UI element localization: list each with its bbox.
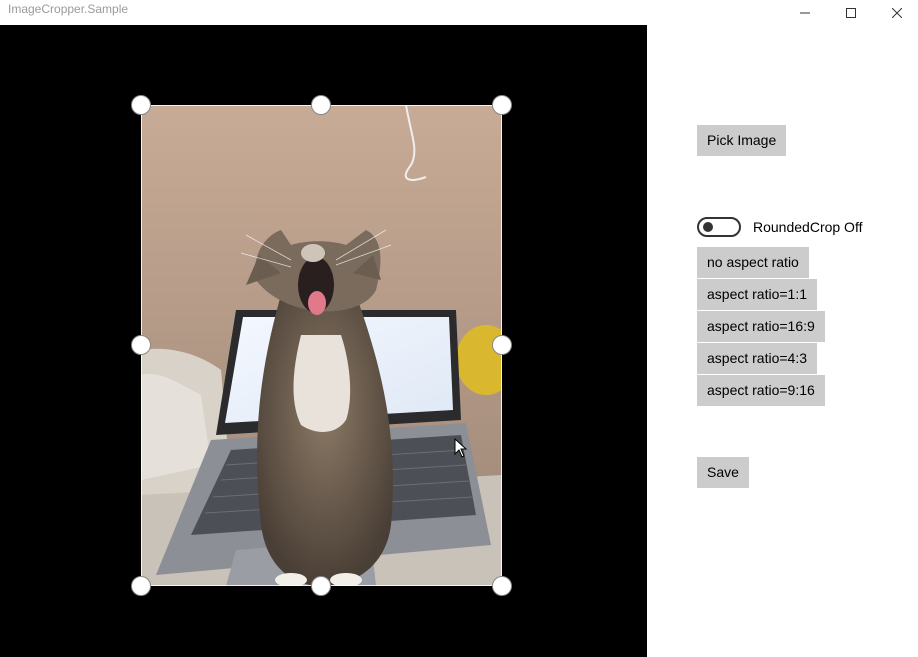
crop-selection-rectangle[interactable] <box>141 105 502 586</box>
crop-handle-bottom[interactable] <box>311 576 331 596</box>
crop-handle-bottom-left[interactable] <box>131 576 151 596</box>
minimize-icon <box>800 12 810 13</box>
mouse-cursor-icon <box>454 438 468 458</box>
close-button[interactable] <box>874 0 918 25</box>
aspect-ratio-4-3-button[interactable]: aspect ratio=4:3 <box>697 343 818 374</box>
control-panel: Pick Image RoundedCrop Off no aspect rat… <box>647 25 918 657</box>
close-icon <box>892 7 902 18</box>
aspect-ratio-9-16-button[interactable]: aspect ratio=9:16 <box>697 375 825 406</box>
pick-image-button[interactable]: Pick Image <box>697 125 787 156</box>
toggle-knob <box>703 222 713 232</box>
crop-handle-right[interactable] <box>492 335 512 355</box>
save-button[interactable]: Save <box>697 457 749 488</box>
crop-handle-bottom-right[interactable] <box>492 576 512 596</box>
crop-handle-left[interactable] <box>131 335 151 355</box>
crop-handle-top-right[interactable] <box>492 95 512 115</box>
rounded-crop-label: RoundedCrop Off <box>753 219 863 235</box>
rounded-crop-toggle[interactable] <box>697 217 741 237</box>
maximize-button[interactable] <box>828 0 874 25</box>
crop-handle-top-left[interactable] <box>131 95 151 115</box>
aspect-ratio-none-button[interactable]: no aspect ratio <box>697 247 809 278</box>
aspect-ratio-1-1-button[interactable]: aspect ratio=1:1 <box>697 279 818 310</box>
window-title: ImageCropper.Sample <box>8 2 129 16</box>
aspect-ratio-16-9-button[interactable]: aspect ratio=16:9 <box>697 311 825 342</box>
minimize-button[interactable] <box>782 0 828 25</box>
image-cropper-canvas[interactable] <box>0 25 647 657</box>
title-bar: ImageCropper.Sample <box>0 0 918 25</box>
maximize-icon <box>846 7 856 18</box>
crop-handle-top[interactable] <box>311 95 331 115</box>
